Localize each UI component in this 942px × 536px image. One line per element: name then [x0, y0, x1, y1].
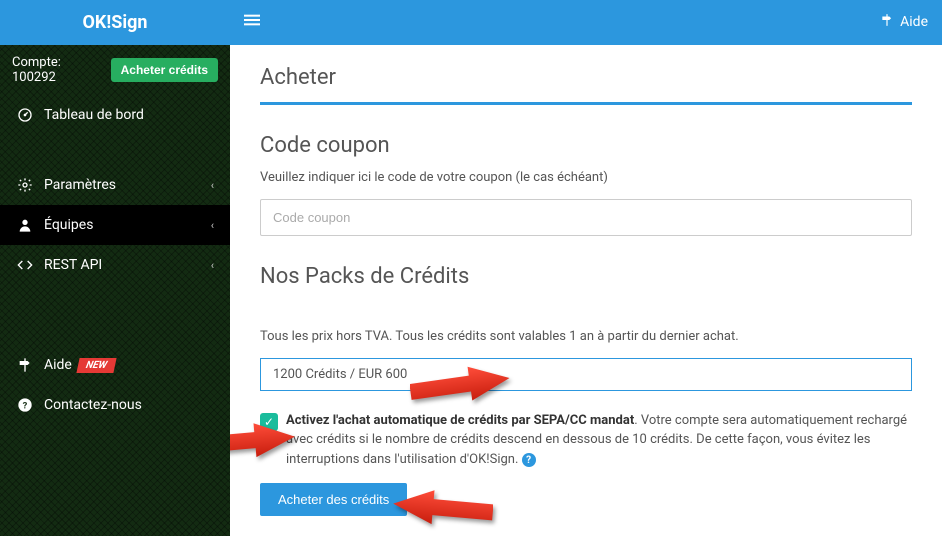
sidebar-item-help[interactable]: Aide NEW [0, 345, 230, 385]
sidebar-item-label: Équipes [44, 217, 93, 233]
auto-purchase-text: Activez l'achat automatique de crédits p… [286, 411, 912, 470]
buy-credits-button[interactable]: Acheter des crédits [260, 483, 407, 516]
pack-select[interactable]: 1200 Crédits / EUR 600 [260, 358, 912, 391]
signpost-icon [880, 13, 894, 31]
topbar-help-link[interactable]: Aide [880, 13, 928, 31]
account-label: Compte: 100292 [12, 55, 103, 85]
sidebar-item-contact[interactable]: ? Contactez-nous [0, 385, 230, 425]
sidebar-item-label: REST API [44, 257, 102, 273]
sidebar-item-params[interactable]: Paramètres ‹ [0, 165, 230, 205]
topbar: Aide [230, 0, 942, 45]
chevron-left-icon: ‹ [211, 259, 214, 272]
sidebar-item-teams[interactable]: Équipes ‹ [0, 205, 230, 245]
account-row: Compte: 100292 Acheter crédits [0, 45, 230, 95]
tva-note: Tous les prix hors TVA. Tous les crédits… [260, 329, 912, 344]
sidebar-item-label: Aide [44, 357, 72, 373]
dashboard-icon [16, 107, 34, 123]
sidebar-item-label: Contactez-nous [44, 397, 142, 413]
annotation-arrow-2 [230, 421, 295, 461]
new-badge: NEW [76, 358, 116, 373]
sidebar-item-label: Paramètres [44, 177, 116, 193]
svg-text:?: ? [23, 400, 28, 411]
coupon-help-text: Veuillez indiquer ici le code de votre c… [260, 170, 912, 185]
annotation-arrow-3 [393, 488, 493, 528]
info-icon[interactable]: ? [522, 453, 536, 467]
sidebar-item-rest-api[interactable]: REST API ‹ [0, 245, 230, 285]
coupon-heading: Code coupon [260, 133, 912, 158]
question-icon: ? [16, 397, 34, 413]
brand-logo: OK!Sign [0, 0, 230, 45]
buy-credits-small-button[interactable]: Acheter crédits [111, 58, 218, 82]
chevron-left-icon: ‹ [211, 219, 214, 232]
annotation-arrow-1 [410, 365, 510, 405]
signpost-icon [16, 357, 34, 373]
packs-heading: Nos Packs de Crédits [260, 264, 912, 289]
menu-toggle-icon[interactable] [244, 12, 260, 32]
code-icon [16, 257, 34, 273]
sidebar-item-dashboard[interactable]: Tableau de bord [0, 95, 230, 135]
user-icon [16, 217, 34, 233]
coupon-input[interactable] [260, 199, 912, 236]
chevron-left-icon: ‹ [211, 179, 214, 192]
divider [260, 102, 912, 105]
gear-icon [16, 177, 34, 193]
page-title: Acheter [260, 65, 912, 90]
sidebar-item-label: Tableau de bord [44, 107, 144, 123]
